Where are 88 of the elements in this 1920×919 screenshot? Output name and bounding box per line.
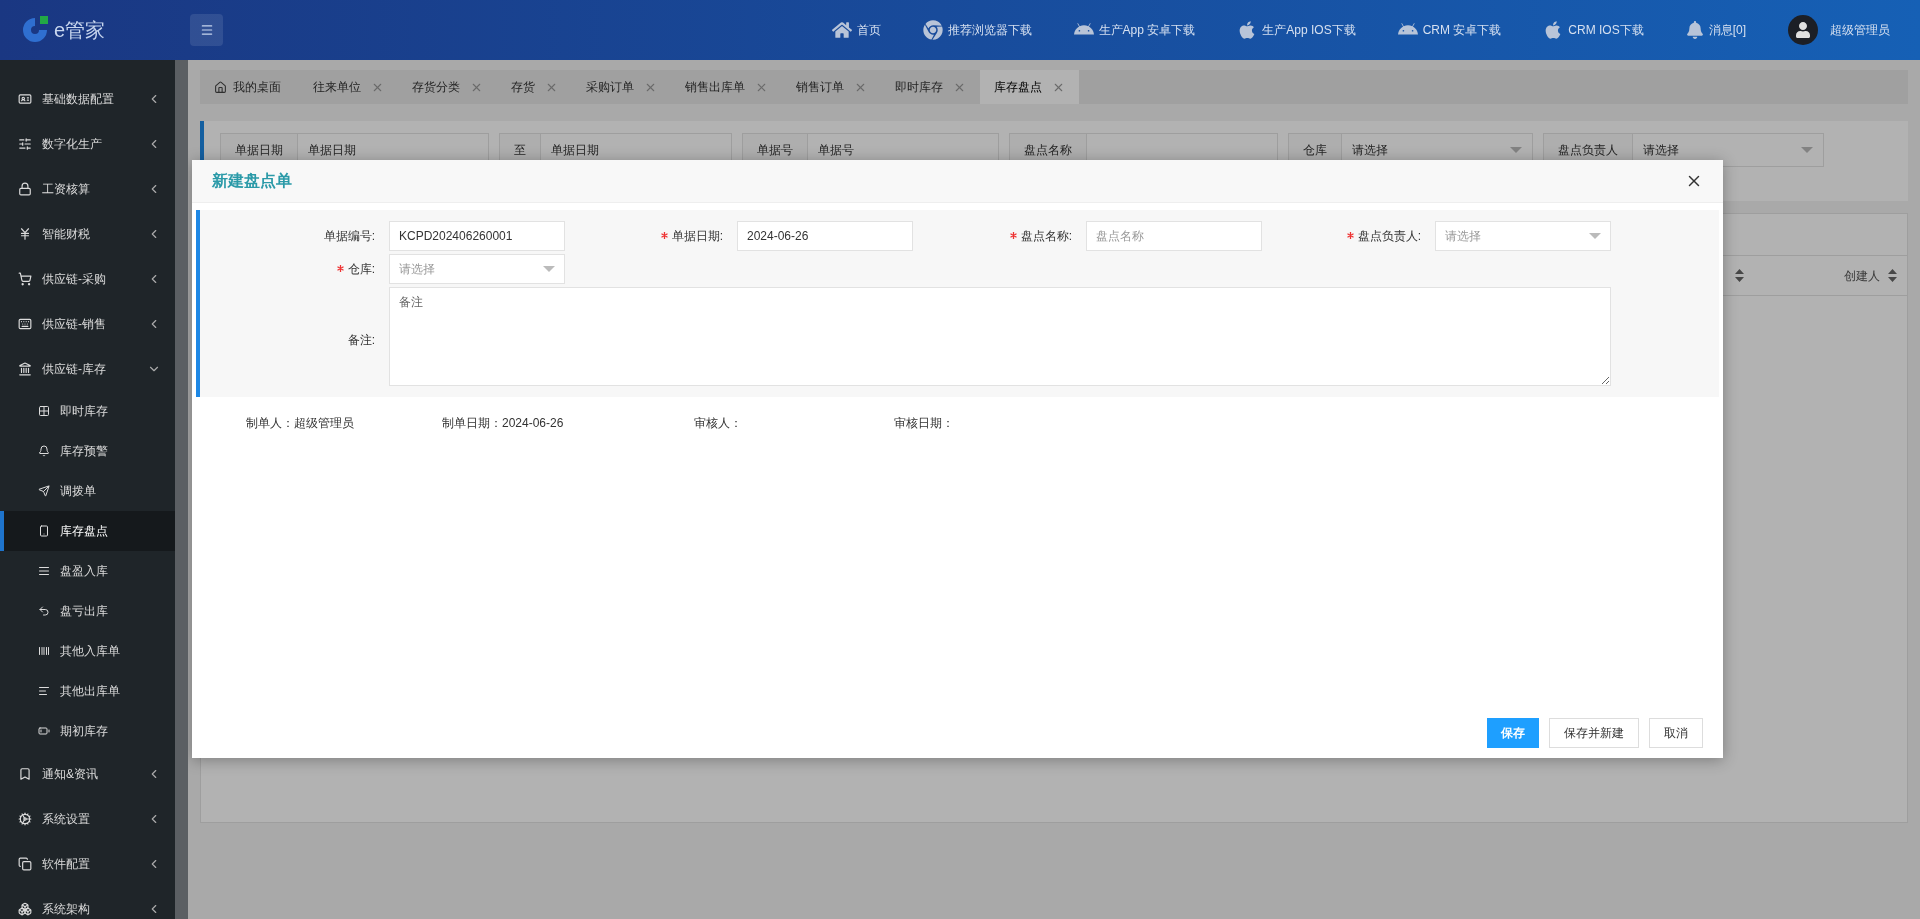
sidebar-item[interactable]: 即时库存 — [0, 391, 175, 431]
menu-item-icon — [38, 525, 50, 537]
nav-link[interactable]: 生产App IOS下载 — [1237, 20, 1356, 40]
menu-item-icon — [18, 811, 32, 826]
menu-item-icon — [38, 405, 50, 417]
sidebar-group[interactable]: 数字化生产 — [0, 121, 175, 166]
menu-item-icon — [18, 91, 32, 106]
menu-item-icon — [38, 725, 50, 737]
sidebar-group[interactable]: 智能财税 — [0, 211, 175, 256]
caret-icon — [1589, 233, 1601, 239]
nav-link[interactable]: 首页 — [831, 20, 881, 40]
tab[interactable]: 往来单位 — [299, 70, 398, 104]
sidebar-item[interactable]: 库存预警 — [0, 431, 175, 471]
sidebar-item[interactable]: 库存盘点 — [0, 511, 175, 551]
nav-link[interactable]: 消息[0] — [1685, 21, 1746, 39]
menu-item-icon — [18, 856, 32, 871]
sidebar-item[interactable]: 其他入库单 — [0, 631, 175, 671]
menu-item-icon — [18, 136, 32, 151]
tab[interactable]: 我的桌面 — [200, 70, 299, 104]
sidebar-item[interactable]: 盘亏出库 — [0, 591, 175, 631]
nav-link[interactable]: CRM IOS下载 — [1543, 20, 1644, 40]
tab[interactable]: 销售订单 — [782, 70, 881, 104]
field-label: 盘点名称: — [913, 227, 1086, 245]
input-field[interactable]: KCPD202406260001 — [389, 221, 565, 251]
field-label: 仓库: — [200, 260, 389, 278]
sidebar-group[interactable]: 供应链-采购 — [0, 256, 175, 301]
logo-text: e管家 — [54, 18, 106, 43]
browser-icon — [922, 20, 943, 40]
menu-item-icon — [18, 361, 32, 376]
menu-button[interactable] — [190, 14, 223, 46]
menu-item-icon — [38, 565, 50, 577]
menu-item-icon — [18, 226, 32, 241]
sidebar-group[interactable]: 供应链-库存 — [0, 346, 175, 391]
nav-link[interactable]: CRM 安卓下载 — [1397, 20, 1502, 40]
tab[interactable]: 采购订单 — [572, 70, 671, 104]
sort-icon[interactable] — [1888, 269, 1897, 282]
menu-item-icon — [18, 766, 32, 781]
tab[interactable]: 存货分类 — [398, 70, 497, 104]
sidebar-group[interactable]: 基础数据配置 — [0, 76, 175, 121]
user-name[interactable]: 超级管理员 — [1830, 21, 1890, 39]
field-label: 盘点负责人: — [1262, 227, 1435, 245]
info-text: 制单日期：2024-06-26 — [442, 415, 565, 432]
sidebar-item[interactable]: 盘盈入库 — [0, 551, 175, 591]
action-button[interactable]: 保存并新建 — [1549, 718, 1639, 748]
field-label: 单据编号: — [322, 228, 376, 245]
field-label: 单据日期: — [565, 227, 737, 245]
tab[interactable]: 销售出库单 — [671, 70, 782, 104]
menu-item-icon — [38, 445, 50, 457]
field-label: 备注: — [346, 332, 376, 349]
sidebar-group[interactable]: 系统设置 — [0, 796, 175, 841]
tab[interactable]: 存货 — [497, 70, 572, 104]
sidebar-group[interactable]: 供应链-销售 — [0, 301, 175, 346]
menu-item-icon — [38, 685, 50, 697]
home-icon — [214, 80, 227, 94]
menu-item-icon — [38, 485, 50, 497]
home-icon — [831, 20, 852, 40]
logo-icon — [20, 15, 50, 45]
modal-title: 新建盘点单 — [212, 171, 292, 191]
menu-item-icon — [18, 181, 32, 196]
info-text: 审核人： — [694, 415, 743, 432]
sidebar-group[interactable]: 工资核算 — [0, 166, 175, 211]
sort-icon[interactable] — [1735, 269, 1744, 282]
remark-field[interactable]: 备注 — [389, 287, 1611, 386]
sidebar-item[interactable]: 调拨单 — [0, 471, 175, 511]
menu-icon — [199, 23, 214, 37]
info-text: 制单人：超级管理员 — [246, 415, 355, 432]
info-text: 审核日期： — [894, 415, 955, 432]
sidebar-group[interactable]: 系统架构 — [0, 886, 175, 919]
user-avatar[interactable] — [1788, 15, 1818, 45]
menu-item-icon — [38, 645, 50, 657]
sidebar-group[interactable]: 通知&资讯 — [0, 751, 175, 796]
action-button[interactable]: 取消 — [1649, 718, 1703, 748]
tab[interactable]: 即时库存 — [881, 70, 980, 104]
sidebar-item[interactable]: 期初库存 — [0, 711, 175, 751]
tab[interactable]: 库存盘点 — [980, 70, 1079, 104]
sidebar-item[interactable]: 其他出库单 — [0, 671, 175, 711]
nav-link[interactable]: 推荐浏览器下载 — [922, 20, 1032, 40]
input-field[interactable]: 盘点名称 — [1086, 221, 1262, 251]
input-field[interactable]: 2024-06-26 — [737, 221, 913, 251]
bell-icon — [1685, 21, 1704, 39]
menu-item-icon — [38, 605, 50, 617]
sidebar-group[interactable]: 软件配置 — [0, 841, 175, 886]
menu-item-icon — [18, 901, 32, 916]
caret-icon — [543, 266, 555, 272]
nav-link[interactable]: 生产App 安卓下载 — [1073, 20, 1196, 40]
column-header[interactable]: 创建人 — [1844, 256, 1907, 295]
menu-item-icon — [18, 271, 32, 286]
menu-item-icon — [18, 316, 32, 331]
